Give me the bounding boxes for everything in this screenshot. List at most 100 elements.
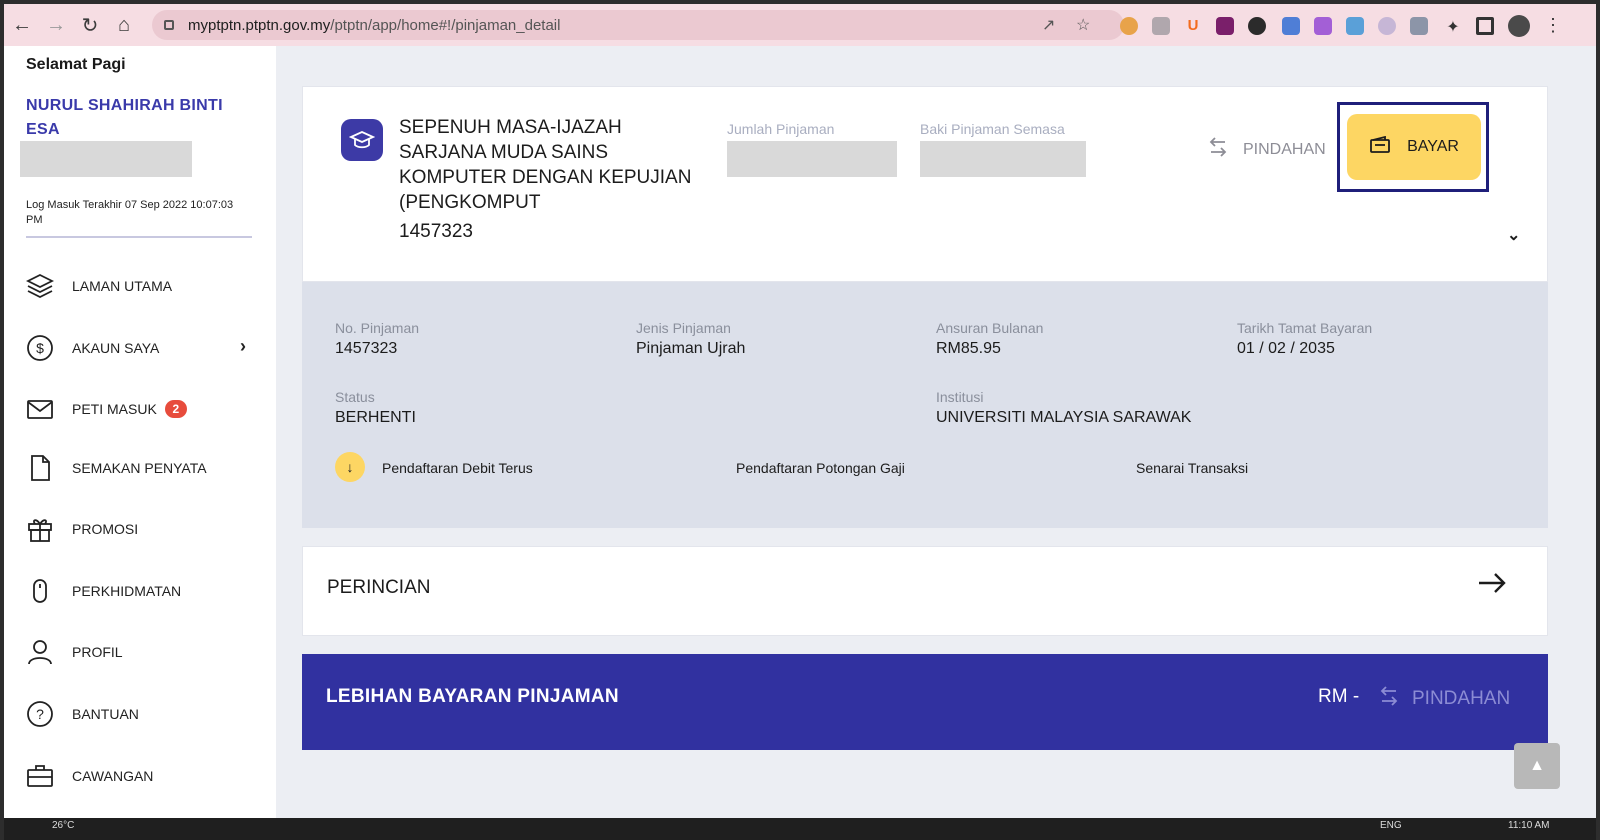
back-arrow-icon[interactable]: ← [6,9,38,41]
pindahan-label: PINDAHAN [1243,140,1326,158]
institusi-label: Institusi [936,389,984,405]
sidebar-item-perkhidmatan[interactable]: PERKHIDMATAN [24,571,254,611]
senarai-transaksi-link[interactable]: Senarai Transaksi [1136,460,1248,476]
redacted-info [20,141,192,177]
pindahan-button[interactable]: PINDAHAN [1207,135,1326,164]
svg-text:?: ? [36,706,44,722]
tarikh-tamat-value: 01 / 02 / 2035 [1237,340,1335,357]
chevron-down-icon[interactable]: ⌄ [1507,225,1520,245]
extension-icon[interactable] [1346,17,1364,35]
reload-icon[interactable]: ↻ [74,9,106,41]
briefcase-icon [24,760,56,792]
code-extension-icon[interactable] [1410,17,1428,35]
share-icon[interactable]: ↗ [1042,15,1055,35]
weather-text: 26°C [52,820,75,831]
sidebar-item-cawangan[interactable]: CAWANGAN [24,756,254,796]
extension-icon[interactable] [1378,17,1396,35]
sidebar-item-laman-utama[interactable]: LAMAN UTAMA [24,266,254,306]
profile-avatar[interactable] [1508,15,1530,37]
extension-icon[interactable] [1216,17,1234,35]
no-pinjaman-label: No. Pinjaman [335,320,420,336]
pen-extension-icon[interactable] [1314,17,1332,35]
sidebar-item-label: PERKHIDMATAN [72,583,182,599]
baki-pinjaman-label: Baki Pinjaman Semasa [920,121,1065,137]
extension-icon[interactable] [1248,17,1266,35]
jenis-pinjaman-value: Pinjaman Ujrah [636,340,746,357]
lebihan-bayaran-title: LEBIHAN BAYARAN PINJAMAN [326,686,619,707]
sidebar-item-peti-masuk[interactable]: PETI MASUK 2 [24,389,254,429]
status-label: Status [335,389,375,405]
lock-icon [164,20,174,30]
loan-detail-panel: No. Pinjaman 1457323 Jenis Pinjaman Pinj… [302,282,1548,528]
sidebar-item-label: LAMAN UTAMA [72,278,173,294]
sidebar-item-label: BANTUAN [72,706,139,722]
extension-icon[interactable] [1282,17,1300,35]
institusi-value: UNIVERSITI MALAYSIA SARAWAK [936,409,1192,426]
lebihan-bayaran-card: LEBIHAN BAYARAN PINJAMAN RM - PINDAHAN [302,654,1548,750]
lebihan-amount: RM - [1318,686,1360,707]
redacted-jumlah-pinjaman [727,141,897,177]
help-circle-icon: ? [24,698,56,730]
sidebar-item-promosi[interactable]: PROMOSI [24,509,254,549]
bookmark-star-icon[interactable]: ☆ [1076,15,1090,35]
scroll-to-top-button[interactable]: ▲ [1514,743,1560,789]
mail-icon [24,393,56,425]
url-text: myptptn.ptptn.gov.my/ptptn/app/home#!/pi… [188,16,561,34]
redacted-baki-pinjaman [920,141,1086,177]
document-icon [24,452,56,484]
sidebar-item-label: PROFIL [72,644,123,660]
transfer-arrows-icon [1207,135,1229,164]
mouse-icon [24,575,56,607]
ansuran-bulanan-label: Ansuran Bulanan [936,320,1044,336]
bayar-button[interactable]: BAYAR [1347,114,1481,180]
forward-arrow-icon[interactable]: → [40,9,72,41]
kebab-menu-icon[interactable]: ⋮ [1544,16,1562,35]
chevron-right-icon: › [240,336,246,356]
pindahan-label: PINDAHAN [1412,687,1511,709]
pendaftaran-potongan-gaji-link[interactable]: Pendaftaran Potongan Gaji [736,460,905,476]
page-content: Selamat Pagi NURUL SHAHIRAH BINTI ESA Lo… [4,46,1596,818]
layers-icon [24,270,56,302]
camera-extension-icon[interactable] [1152,17,1170,35]
user-icon [24,636,56,668]
wallet-icon [1369,135,1391,159]
sidebar-item-label: CAWANGAN [72,768,154,784]
user-name: NURUL SHAHIRAH BINTI ESA [26,97,223,138]
bayar-label: BAYAR [1407,138,1459,155]
sidebar-item-label: PROMOSI [72,521,139,537]
tarikh-tamat-label: Tarikh Tamat Bayaran [1237,320,1373,336]
transfer-arrows-icon [1378,684,1400,713]
greeting-text: Selamat Pagi [26,56,126,73]
sidebar-item-label: SEMAKAN PENYATA [72,460,207,476]
sidebar-item-bantuan[interactable]: ? BANTUAN [24,694,254,734]
arrow-down-icon[interactable]: ↓ [335,452,365,482]
loan-number: 1457323 [399,221,473,242]
loan-summary-card: SEPENUH MASA-IJAZAH SARJANA MUDA SAINS K… [302,86,1548,282]
pendaftaran-debit-terus-link[interactable]: Pendaftaran Debit Terus [382,460,533,476]
address-bar[interactable]: myptptn.ptptn.gov.my/ptptn/app/home#!/pi… [152,10,1124,40]
side-panel-icon[interactable] [1476,17,1494,35]
jenis-pinjaman-label: Jenis Pinjaman [636,320,731,336]
jumlah-pinjaman-label: Jumlah Pinjaman [727,121,835,137]
home-icon[interactable]: ⌂ [108,9,140,41]
browser-toolbar: ← → ↻ ⌂ myptptn.ptptn.gov.my/ptptn/app/h… [4,4,1596,46]
arrow-right-icon[interactable] [1477,571,1507,600]
no-pinjaman-value: 1457323 [335,340,398,357]
taskbar: 26°C ENG 11:10 AM [4,818,1596,840]
svg-text:$: $ [36,340,44,356]
last-login-text: Log Masuk Terakhir 07 Sep 2022 10:07:03 … [26,198,252,238]
lebihan-pindahan-button[interactable]: PINDAHAN [1378,684,1510,713]
sidebar-item-akaun-saya[interactable]: $ AKAUN SAYA › [24,328,254,368]
status-value: BERHENTI [335,409,416,426]
sidebar-item-semakan-penyata[interactable]: SEMAKAN PENYATA [24,448,254,488]
ublock-extension-icon[interactable]: U [1184,17,1202,35]
sidebar-item-label: AKAUN SAYA [72,340,160,356]
sidebar: Selamat Pagi NURUL SHAHIRAH BINTI ESA Lo… [4,46,276,818]
extension-icon[interactable] [1120,17,1138,35]
perincian-card[interactable]: PERINCIAN [302,546,1548,636]
language-indicator[interactable]: ENG [1380,820,1402,831]
sidebar-item-profil[interactable]: PROFIL [24,632,254,672]
puzzle-icon[interactable]: ✦ [1444,17,1462,36]
graduation-cap-icon [341,119,383,161]
sidebar-item-label: PETI MASUK [72,401,157,417]
